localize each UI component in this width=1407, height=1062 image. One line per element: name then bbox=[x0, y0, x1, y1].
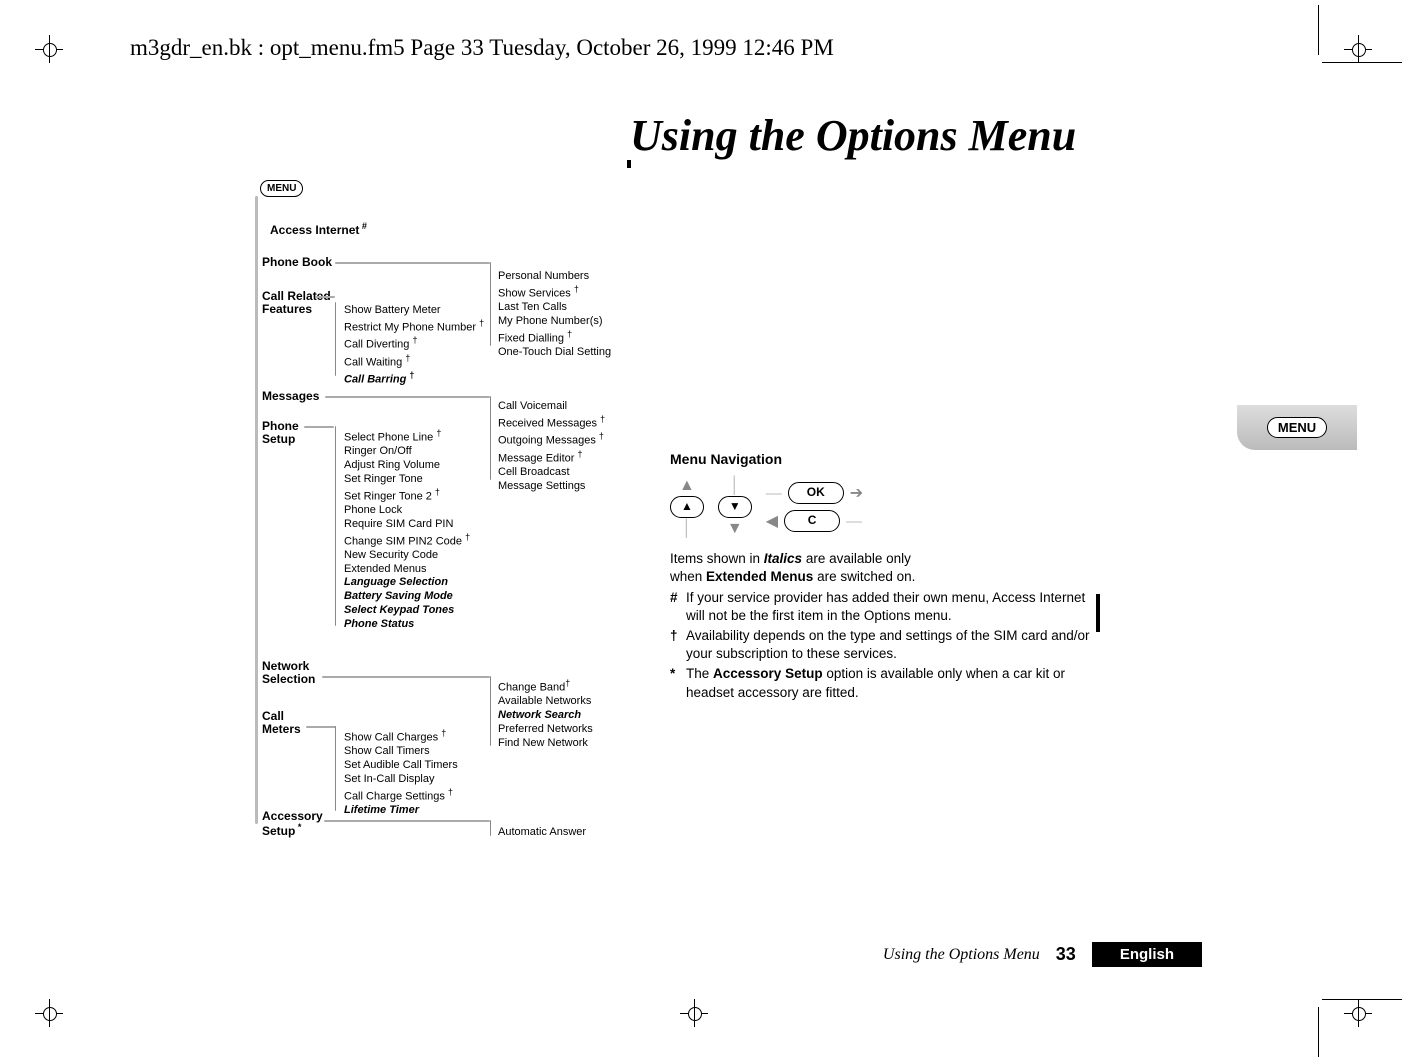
language-badge: English bbox=[1092, 942, 1202, 967]
page-title: Using the Options Menu bbox=[630, 110, 1076, 161]
line-icon: — bbox=[766, 483, 782, 505]
trim-line bbox=[1322, 62, 1402, 63]
tree-item: Call Related Features bbox=[262, 290, 331, 316]
footer-title: Using the Options Menu bbox=[883, 946, 1040, 964]
page-number: 33 bbox=[1056, 944, 1076, 965]
notes-block: Items shown in Italics are available onl… bbox=[670, 550, 1090, 702]
up-key-icon: ▲ bbox=[670, 496, 704, 518]
tree-subitems-callmeters: Show Call Charges † Show Call Timers Set… bbox=[344, 728, 458, 818]
tree-trunk bbox=[255, 196, 258, 824]
tree-item: Call Meters bbox=[262, 710, 301, 736]
menu-key-icon: MENU bbox=[1267, 417, 1327, 438]
tree-item: Phone Setup bbox=[262, 420, 299, 446]
crop-mark-icon bbox=[1344, 35, 1372, 63]
page-header: m3gdr_en.bk : opt_menu.fm5 Page 33 Tuesd… bbox=[130, 35, 834, 61]
tree-subitems-network: Change Band† Available Networks Network … bbox=[498, 678, 593, 750]
arrow-down-icon: ▼ bbox=[727, 518, 743, 540]
tree-item: Accessory Setup * bbox=[262, 810, 323, 838]
tree-item: Phone Book bbox=[262, 256, 332, 269]
section-tab: MENU bbox=[1237, 405, 1357, 450]
crop-mark-icon bbox=[35, 35, 63, 63]
footnote-star: * The Accessory Setup option is availabl… bbox=[670, 665, 1090, 701]
trim-line bbox=[1318, 5, 1319, 55]
page-footer: Using the Options Menu 33 English bbox=[883, 942, 1202, 967]
line-icon: │ bbox=[730, 475, 740, 497]
crop-mark-icon bbox=[35, 999, 63, 1027]
tree-item: Network Selection bbox=[262, 660, 315, 686]
italics-note: Items shown in Italics are available onl… bbox=[670, 550, 1090, 586]
arrow-right-icon: ➔ bbox=[850, 483, 863, 505]
line-icon: — bbox=[846, 511, 862, 533]
change-bar bbox=[627, 160, 631, 168]
tree-item: Access Internet # bbox=[270, 222, 367, 237]
arrow-left-icon: ◀ bbox=[766, 511, 778, 533]
menu-navigation-section: Menu Navigation ▲ ▲ │ │ ▼ ▼ — OK ➔ ◀ bbox=[670, 450, 1090, 704]
footnote-dagger: † Availability depends on the type and s… bbox=[670, 627, 1090, 663]
ok-key-icon: OK bbox=[788, 482, 844, 504]
tree-subitems-phonesetup: Select Phone Line † Ringer On/Off Adjust… bbox=[344, 428, 470, 631]
menu-navigation-heading: Menu Navigation bbox=[670, 450, 1090, 469]
line-icon: │ bbox=[682, 518, 692, 540]
tree-subitems-messages: Call Voicemail Received Messages † Outgo… bbox=[498, 400, 605, 493]
change-bar bbox=[1096, 594, 1100, 632]
trim-line bbox=[1322, 999, 1402, 1000]
tree-subitems-phonebook: Personal Numbers Show Services † Last Te… bbox=[498, 270, 611, 360]
options-menu-tree-diagram: MENU Access Internet # Phone Book Call R… bbox=[200, 180, 640, 830]
menu-key-icon: MENU bbox=[260, 180, 303, 197]
tree-subitems-accessory: Automatic Answer bbox=[498, 826, 586, 840]
tree-subitems-callrelated: Show Battery Meter Restrict My Phone Num… bbox=[344, 304, 484, 387]
cancel-key-icon: C bbox=[784, 510, 840, 532]
crop-mark-icon bbox=[1344, 999, 1372, 1027]
tree-item: Messages bbox=[262, 390, 319, 403]
arrow-up-icon: ▲ bbox=[679, 475, 695, 497]
footnote-hash: # If your service provider has added the… bbox=[670, 589, 1090, 625]
down-key-icon: ▼ bbox=[718, 496, 752, 518]
crop-mark-icon bbox=[680, 999, 708, 1027]
trim-line bbox=[1318, 1007, 1319, 1057]
nav-button-diagram: ▲ ▲ │ │ ▼ ▼ — OK ➔ ◀ C — bbox=[670, 475, 1090, 540]
